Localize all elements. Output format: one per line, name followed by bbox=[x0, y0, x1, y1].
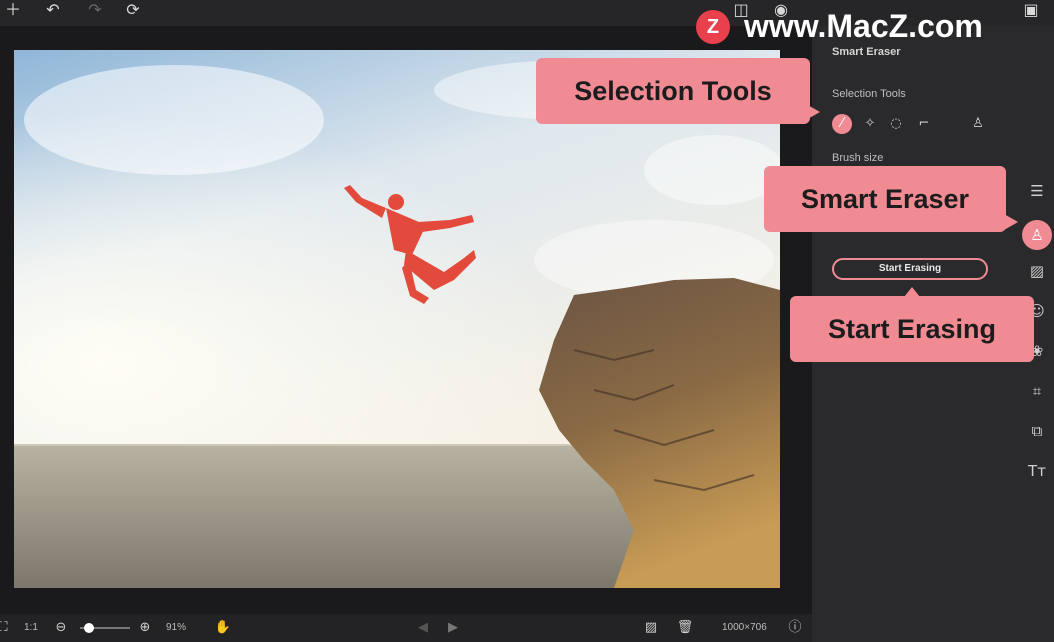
stamp-icon[interactable]: ♙ bbox=[968, 114, 988, 134]
callout-smart-eraser-pointer bbox=[1004, 214, 1018, 230]
previous-icon[interactable]: ◀ bbox=[414, 619, 432, 637]
lasso-icon[interactable]: ◌ bbox=[886, 114, 906, 134]
undo-icon[interactable]: ↶ bbox=[40, 0, 66, 22]
resize-icon[interactable]: ⧉ bbox=[1026, 420, 1048, 442]
watermark-text: www.MacZ.com bbox=[744, 8, 983, 44]
reset-icon[interactable]: ⟳ bbox=[120, 0, 146, 22]
brush-size-label: Brush size bbox=[832, 152, 884, 164]
zoom-slider-handle[interactable] bbox=[84, 623, 94, 633]
callout-selection-tools: Selection Tools bbox=[536, 58, 810, 124]
zoom-slider[interactable] bbox=[80, 623, 130, 633]
info-icon[interactable]: ⓘ bbox=[786, 619, 804, 637]
expand-icon[interactable]: ⛶ bbox=[0, 619, 12, 637]
watermark-logo: Z bbox=[696, 10, 730, 44]
eraser-icon[interactable]: ♙ bbox=[1022, 220, 1052, 250]
brush-tool-icon[interactable]: ⁄ bbox=[832, 114, 852, 134]
panel-title: Smart Eraser bbox=[832, 46, 901, 58]
next-icon[interactable]: ▶ bbox=[444, 619, 462, 637]
plus-icon[interactable]: ＋ bbox=[0, 0, 26, 22]
bottom-toolbar: ⛶ 1:1 ⊖ ⊕ 91% ✋ ◀ ▶ ▨ 🗑 1000×706 ⓘ bbox=[0, 614, 812, 642]
callout-selection-tools-pointer bbox=[806, 104, 820, 120]
trash-icon[interactable]: 🗑 bbox=[676, 619, 694, 637]
callout-start-erasing: Start Erasing bbox=[790, 296, 1034, 362]
save-icon[interactable]: ▣ bbox=[1018, 0, 1044, 22]
redo-icon[interactable]: ↷ bbox=[82, 0, 108, 22]
image-dimensions: 1000×706 bbox=[722, 622, 767, 633]
photo-canvas[interactable] bbox=[14, 50, 780, 588]
zoom-out-icon[interactable]: ⊖ bbox=[52, 619, 70, 637]
crop-icon[interactable]: ⌗ bbox=[1026, 380, 1048, 402]
ratio-button[interactable]: 1:1 bbox=[24, 622, 38, 633]
image-icon[interactable]: ▨ bbox=[1026, 260, 1048, 282]
zoom-level: 91% bbox=[166, 622, 187, 633]
selection-tools-label: Selection Tools bbox=[832, 88, 906, 100]
cliff-jump-photo bbox=[14, 50, 780, 588]
text-icon[interactable]: Tт bbox=[1026, 460, 1048, 482]
polygon-lasso-icon[interactable]: ⌐ bbox=[914, 114, 934, 134]
magic-wand-icon[interactable]: ✧ bbox=[860, 114, 880, 134]
image-icon[interactable]: ▨ bbox=[642, 619, 660, 637]
adjust-icon[interactable]: ☰ bbox=[1026, 180, 1048, 202]
zoom-in-icon[interactable]: ⊕ bbox=[136, 619, 154, 637]
start-erasing-button[interactable]: Start Erasing bbox=[832, 258, 988, 280]
hand-icon[interactable]: ✋ bbox=[214, 619, 232, 637]
callout-smart-eraser: Smart Eraser bbox=[764, 166, 1006, 232]
